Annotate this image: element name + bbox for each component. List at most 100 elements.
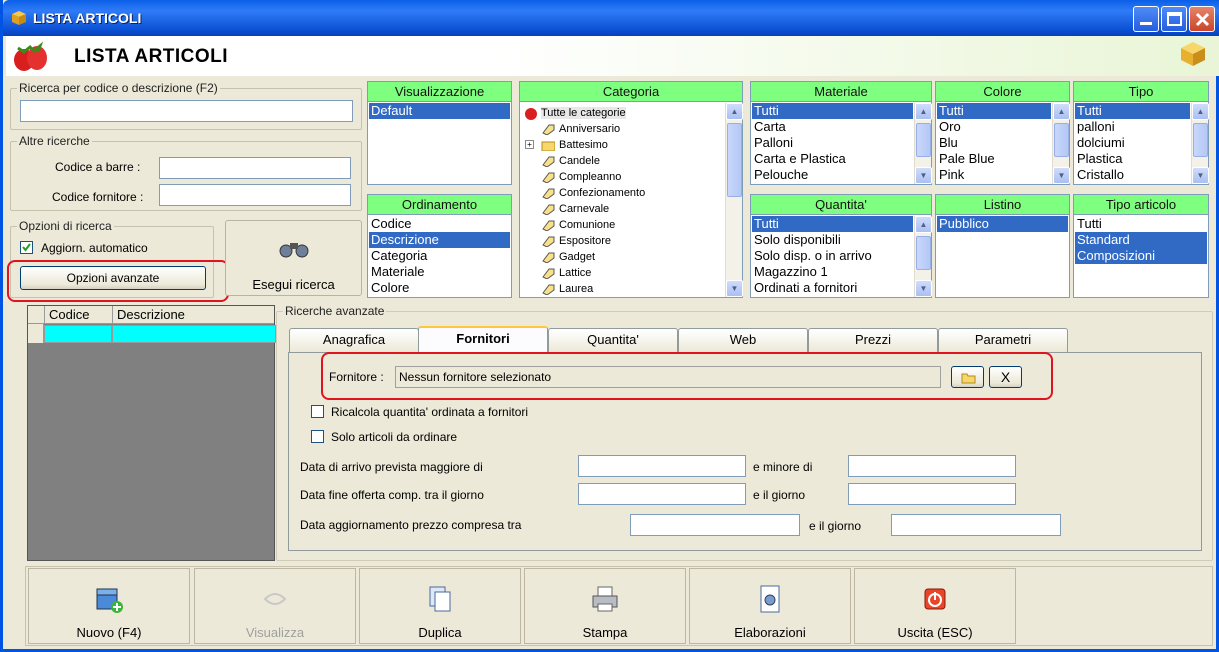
exit-button[interactable]: Uscita (ESC)	[854, 568, 1016, 644]
arrival-from-input[interactable]	[578, 455, 746, 477]
minimize-button[interactable]	[1133, 6, 1159, 32]
scroll-down-icon[interactable]: ▼	[915, 167, 932, 184]
list-item[interactable]: Standard	[1075, 232, 1207, 248]
table-cell[interactable]	[44, 325, 112, 343]
list-item[interactable]: Tutti	[752, 103, 913, 119]
print-button[interactable]: Stampa	[524, 568, 686, 644]
scroll-up-icon[interactable]: ▲	[1053, 103, 1070, 120]
price-to-input[interactable]	[891, 514, 1061, 536]
colore-scrollbar[interactable]: ▲ ▼	[1052, 103, 1070, 184]
list-item[interactable]: Carta e Plastica	[752, 151, 913, 167]
list-item[interactable]: Materiale	[369, 264, 510, 280]
tree-item[interactable]: Espositore	[521, 233, 724, 249]
list-item[interactable]: Palloni	[752, 135, 913, 151]
list-item[interactable]: Tutti	[1075, 216, 1207, 232]
list-item[interactable]: Ordinati a fornitori	[752, 280, 913, 296]
scroll-down-icon[interactable]: ▼	[1192, 167, 1209, 184]
only-to-order-checkbox[interactable]	[311, 430, 324, 443]
tree-item[interactable]: Comunione	[521, 217, 724, 233]
list-item[interactable]: Blu	[937, 135, 1051, 151]
materiale-scrollbar[interactable]: ▲ ▼	[914, 103, 932, 184]
column-header-descrizione[interactable]: Descrizione	[112, 306, 276, 324]
tree-item[interactable]: Carnevale	[521, 201, 724, 217]
table-cell[interactable]	[112, 325, 276, 343]
list-item[interactable]: Pink	[937, 167, 1051, 183]
scroll-down-icon[interactable]: ▼	[915, 280, 932, 297]
tab-fornitori[interactable]: Fornitori	[418, 326, 548, 352]
maximize-button[interactable]	[1161, 6, 1187, 32]
barcode-input[interactable]	[159, 157, 351, 179]
tree-item[interactable]: Confezionamento	[521, 185, 724, 201]
list-item[interactable]: Composizioni	[1075, 248, 1207, 264]
results-grid[interactable]: Codice Descrizione	[27, 305, 276, 561]
list-item[interactable]: Pubblico	[937, 216, 1068, 232]
list-item[interactable]: Colore	[369, 280, 510, 296]
list-item[interactable]: Default	[369, 103, 510, 119]
tree-item[interactable]: Lattice	[521, 265, 724, 281]
tipo-scrollbar[interactable]: ▲ ▼	[1191, 103, 1209, 184]
list-item[interactable]: Oro	[937, 119, 1051, 135]
list-item[interactable]: Magazzino 1	[752, 264, 913, 280]
power-icon	[924, 588, 946, 610]
list-item[interactable]: Cristallo	[1075, 167, 1190, 183]
quantita-scrollbar[interactable]: ▲ ▼	[914, 216, 932, 297]
list-item[interactable]: Solo disp. o in arrivo	[752, 248, 913, 264]
duplicate-button[interactable]: Duplica	[359, 568, 521, 644]
list-item[interactable]: Carta	[752, 119, 913, 135]
close-button[interactable]	[1189, 6, 1215, 32]
row-indicator	[28, 324, 44, 343]
search-input[interactable]	[20, 100, 353, 122]
tree-item[interactable]: Laurea	[521, 281, 724, 297]
tree-item[interactable]: Tutte le categorie	[521, 105, 724, 121]
list-item[interactable]: Tutti	[937, 103, 1051, 119]
quantita-header: Quantita'	[751, 195, 931, 215]
offer-to-input[interactable]	[848, 483, 1016, 505]
view-button-label: Visualizza	[245, 625, 305, 640]
list-item[interactable]: Categoria	[369, 248, 510, 264]
tree-item[interactable]: Candele	[521, 153, 724, 169]
process-button[interactable]: Elaborazioni	[689, 568, 851, 644]
scroll-up-icon[interactable]: ▲	[1192, 103, 1209, 120]
list-item[interactable]: Pale Blue	[937, 151, 1051, 167]
recalc-checkbox[interactable]	[311, 405, 324, 418]
offer-from-input[interactable]	[578, 483, 746, 505]
tab-web[interactable]: Web	[678, 328, 808, 352]
tab-quantita[interactable]: Quantita'	[548, 328, 678, 352]
tag-icon	[542, 156, 555, 167]
list-item[interactable]: Codice	[369, 216, 510, 232]
scroll-down-icon[interactable]: ▼	[1053, 167, 1070, 184]
list-item[interactable]: Descrizione	[369, 232, 510, 248]
ordinamento-header: Ordinamento	[368, 195, 511, 215]
tree-item[interactable]: Anniversario	[521, 121, 724, 137]
scroll-up-icon[interactable]: ▲	[915, 216, 932, 233]
tag-icon	[542, 284, 555, 295]
scroll-up-icon[interactable]: ▲	[915, 103, 932, 120]
categoria-scrollbar[interactable]: ▲ ▼	[725, 103, 743, 297]
tab-prezzi[interactable]: Prezzi	[808, 328, 938, 352]
scroll-up-icon[interactable]: ▲	[726, 103, 743, 120]
tab-anagrafica[interactable]: Anagrafica	[289, 328, 419, 352]
scroll-down-icon[interactable]: ▼	[726, 280, 743, 297]
view-button[interactable]: Visualizza	[194, 568, 356, 644]
supplier-code-input[interactable]	[159, 184, 351, 206]
list-item[interactable]: Solo disponibili	[752, 232, 913, 248]
price-from-input[interactable]	[630, 514, 800, 536]
run-search-button[interactable]: Esegui ricerca	[225, 220, 362, 296]
list-item[interactable]: dolciumi	[1075, 135, 1190, 151]
list-item[interactable]: Tutti	[752, 216, 913, 232]
new-button[interactable]: Nuovo (F4)	[28, 568, 190, 644]
list-item[interactable]: palloni	[1075, 119, 1190, 135]
tree-item[interactable]: Compleanno	[521, 169, 724, 185]
list-item[interactable]: Pelouche	[752, 167, 913, 183]
list-item[interactable]: Tutti	[1075, 103, 1190, 119]
panel-materiale: Materiale Tutti Carta Palloni Carta e Pl…	[750, 81, 932, 185]
tree-item[interactable]: Gadget	[521, 249, 724, 265]
expand-icon[interactable]: +	[525, 140, 534, 149]
auto-update-checkbox[interactable]	[20, 241, 33, 254]
tag-icon	[542, 124, 555, 135]
list-item[interactable]: Plastica	[1075, 151, 1190, 167]
arrival-to-input[interactable]	[848, 455, 1016, 477]
column-header-codice[interactable]: Codice	[44, 306, 112, 324]
tree-item[interactable]: + Battesimo	[521, 137, 724, 153]
tab-parametri[interactable]: Parametri	[938, 328, 1068, 352]
